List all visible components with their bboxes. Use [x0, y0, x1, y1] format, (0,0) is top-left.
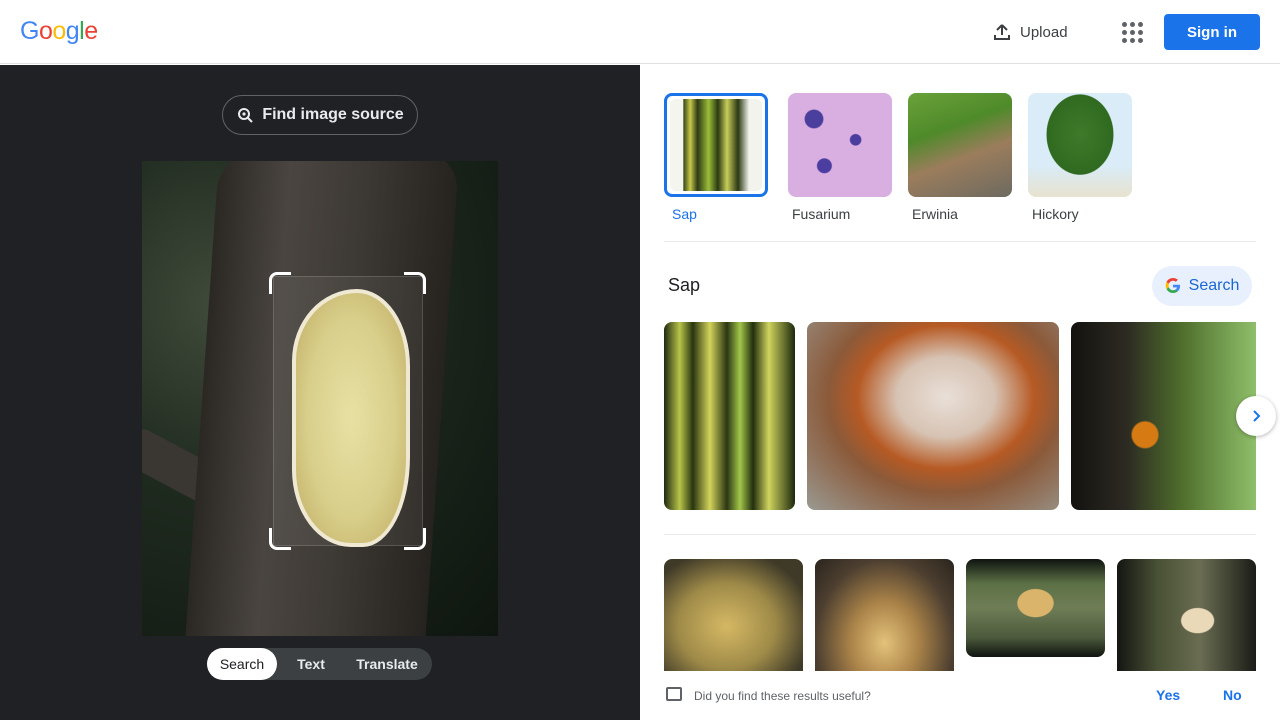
divider	[664, 534, 1256, 535]
fusarium-thumbnail	[788, 93, 892, 197]
upload-label: Upload	[1020, 23, 1068, 41]
suggestion-erwinia[interactable]	[908, 93, 1012, 197]
result-image[interactable]	[1117, 559, 1256, 671]
sign-in-button[interactable]: Sign in	[1164, 14, 1260, 50]
results-panel: Sap Fusarium Erwinia Hickory Sap Search …	[640, 65, 1280, 720]
feedback-question: Did you find these results useful?	[694, 689, 871, 703]
tab-translate[interactable]: Translate	[345, 648, 429, 680]
google-search-label: Search	[1188, 277, 1240, 294]
tab-text[interactable]: Text	[277, 648, 345, 680]
suggestion-fusarium[interactable]	[788, 93, 892, 197]
result-image[interactable]	[664, 559, 803, 671]
logo-letter: g	[65, 17, 80, 45]
result-image[interactable]	[664, 322, 795, 510]
google-g-icon	[1165, 278, 1180, 293]
crop-handle-bottom-right[interactable]	[404, 528, 426, 550]
upload-button[interactable]: Upload	[992, 19, 1068, 45]
logo-letter: o	[38, 17, 53, 45]
tab-search[interactable]: Search	[207, 648, 277, 680]
header: Google Upload Sign in	[0, 0, 1280, 64]
feedback-icon	[666, 687, 682, 701]
result-image[interactable]	[807, 322, 1059, 510]
suggestion-label-hickory[interactable]: Hickory	[1032, 206, 1079, 222]
upload-icon	[994, 24, 1010, 40]
feedback-bar: Did you find these results useful? Yes N…	[640, 671, 1280, 720]
logo-letter: G	[20, 17, 39, 45]
chevron-right-icon	[1253, 410, 1261, 422]
suggestion-hickory[interactable]	[1028, 93, 1132, 197]
google-search-button[interactable]: Search	[1152, 266, 1252, 306]
result-image[interactable]	[966, 559, 1105, 657]
logo-letter: e	[84, 17, 98, 45]
result-image[interactable]	[815, 559, 954, 671]
section-title: Sap	[668, 275, 701, 295]
result-image[interactable]	[1071, 322, 1256, 510]
divider	[664, 241, 1256, 242]
feedback-no-button[interactable]: No	[1223, 687, 1242, 703]
lens-search-icon	[238, 108, 254, 123]
crop-handle-top-right[interactable]	[404, 272, 426, 294]
erwinia-thumbnail	[908, 93, 1012, 197]
suggestion-label-fusarium[interactable]: Fusarium	[792, 206, 850, 222]
crop-area[interactable]	[273, 276, 423, 546]
find-image-source-label: Find image source	[262, 106, 404, 123]
crop-handle-bottom-left[interactable]	[269, 528, 291, 550]
apps-grid-icon[interactable]	[1120, 20, 1144, 44]
mode-switcher: Search Text Translate	[207, 648, 432, 680]
suggestion-label-erwinia[interactable]: Erwinia	[912, 206, 958, 222]
image-panel: Find image source Search Text Translate	[0, 65, 640, 720]
feedback-yes-button[interactable]: Yes	[1156, 687, 1180, 703]
find-image-source-button[interactable]: Find image source	[222, 95, 418, 135]
google-logo[interactable]: Google	[20, 17, 98, 46]
sap-thumbnail	[670, 99, 762, 191]
hickory-thumbnail	[1028, 93, 1132, 197]
uploaded-image	[142, 161, 498, 636]
suggestion-label-sap[interactable]: Sap	[672, 206, 697, 222]
next-results-button[interactable]	[1236, 396, 1276, 436]
logo-letter: o	[52, 17, 66, 45]
suggestion-sap[interactable]	[664, 93, 768, 197]
crop-handle-top-left[interactable]	[269, 272, 291, 294]
